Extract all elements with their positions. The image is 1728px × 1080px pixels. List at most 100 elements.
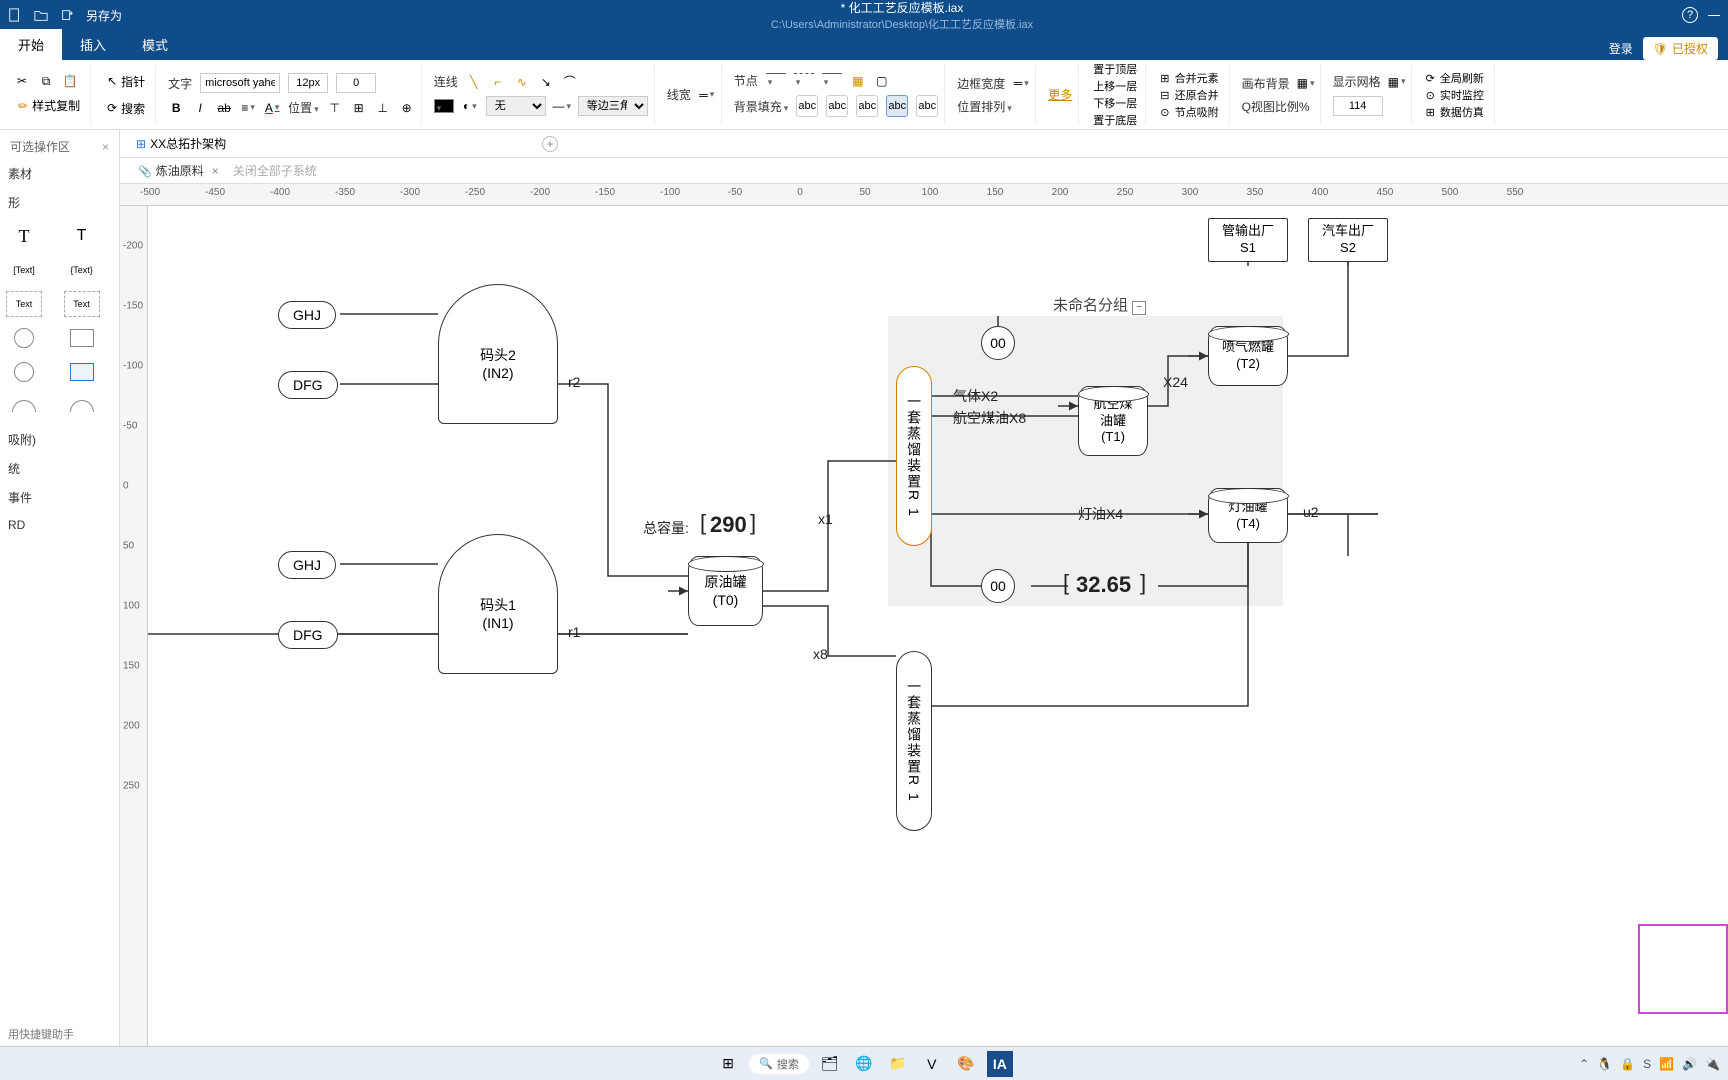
data-sim[interactable]: ⊞ 数据仿真 [1424, 104, 1488, 120]
arrange-dd[interactable]: 位置排列 [957, 98, 1012, 115]
shape-rect-sel[interactable] [64, 359, 100, 385]
node-distill-2[interactable]: 一套蒸馏装置R 1 [896, 651, 932, 831]
group-toggle[interactable]: − [1132, 301, 1146, 315]
bold-button[interactable]: B [168, 100, 184, 116]
system-tray[interactable]: ⌃ 🐧 🔒 S 📶 🔊 🔌 [1579, 1057, 1720, 1071]
tb-edge[interactable]: 🌐 [851, 1051, 877, 1077]
shape-label-1[interactable]: Text [6, 291, 42, 317]
shape-bracket-1[interactable]: [Text] [6, 257, 42, 283]
abc-box-1[interactable]: abc [796, 95, 818, 117]
node-distill-1[interactable]: 一套蒸馏装置R 1 [896, 366, 932, 546]
tb-search[interactable]: 🔍 搜索 [749, 1054, 809, 1074]
node-kerotank[interactable]: 灯油罐 (T4) [1208, 488, 1288, 543]
saveas-label[interactable]: 另存为 [86, 7, 122, 24]
node-ghj-2[interactable]: GHJ [278, 551, 336, 579]
subtab-close[interactable]: × [212, 164, 219, 178]
shape-label-2[interactable]: Text [64, 291, 100, 317]
line-curve-icon[interactable]: ∿ [514, 74, 530, 90]
realtime-monitor[interactable]: ⊙ 实时监控 [1424, 87, 1488, 103]
snap-button[interactable]: ⊙ 节点吸附 [1158, 104, 1222, 120]
panel-close[interactable]: × [102, 140, 109, 154]
tb-visio[interactable]: V [919, 1051, 945, 1077]
node-pipeout[interactable]: 管输出厂 S1 [1208, 218, 1288, 262]
more-link[interactable]: 更多 [1048, 86, 1072, 103]
style-copy-button[interactable]: ✏样式复制 [14, 95, 84, 116]
tray-power-icon[interactable]: 🔌 [1705, 1057, 1720, 1071]
text-tool-1[interactable]: ⊤ [327, 100, 343, 116]
add-tab[interactable]: + [542, 136, 558, 152]
tray-wifi-icon[interactable]: 📶 [1659, 1057, 1674, 1071]
panel-shape[interactable]: 形 [4, 188, 115, 217]
node-dfg-2[interactable]: DFG [278, 621, 338, 649]
node-ghj-1[interactable]: GHJ [278, 301, 336, 329]
global-refresh[interactable]: ⟳ 全局刷新 [1424, 70, 1488, 86]
search-button[interactable]: ⟳搜索 [103, 98, 149, 119]
node-oo-2[interactable]: 00 [981, 569, 1015, 603]
line-ortho-icon[interactable]: ⌐ [490, 74, 506, 90]
line-free-icon[interactable]: ↘ [538, 74, 554, 90]
tb-start[interactable]: ⊞ [715, 1051, 741, 1077]
close-all-subs[interactable]: 关闭全部子系统 [233, 162, 317, 179]
line-style[interactable]: ◐ [462, 98, 478, 114]
layer-down[interactable]: 下移一层 [1091, 95, 1139, 111]
shape-bracket-2[interactable]: {Text} [64, 257, 100, 283]
abc-box-2[interactable]: abc [826, 95, 848, 117]
tb-explorer[interactable]: 📁 [885, 1051, 911, 1077]
export-icon[interactable] [60, 8, 74, 22]
panel-rd[interactable]: RD [4, 512, 115, 538]
canvas[interactable]: 未命名分组 − [148, 206, 1728, 1050]
text-tool-4[interactable]: ⊕ [399, 100, 415, 116]
node-avitank[interactable]: 航空煤 油罐 (T1) [1078, 386, 1148, 456]
node-style-1[interactable] [766, 73, 786, 88]
shape-arc-1[interactable] [6, 393, 42, 419]
linewidth-dd[interactable]: ═ [699, 87, 715, 103]
tb-app-2[interactable]: 🎨 [953, 1051, 979, 1077]
minimap[interactable] [1638, 924, 1728, 1014]
line-straight-icon[interactable]: ╲ [466, 74, 482, 90]
menu-insert[interactable]: 插入 [62, 29, 124, 60]
subtab-refinery[interactable]: 炼油原料× [138, 162, 219, 179]
cut-icon[interactable]: ✂ [14, 73, 30, 89]
menu-start[interactable]: 开始 [0, 29, 62, 60]
panel-event[interactable]: 事件 [4, 483, 115, 512]
arrow-start[interactable]: 无 [486, 96, 546, 116]
position-button[interactable]: 位置 [288, 99, 319, 116]
main-tab[interactable]: ⊞XX总拓扑架构 [128, 131, 234, 156]
tray-volume-icon[interactable]: 🔊 [1682, 1057, 1697, 1071]
layer-up[interactable]: 上移一层 [1091, 78, 1139, 94]
tb-app-ia[interactable]: IA [987, 1051, 1013, 1077]
pointer-button[interactable]: ↖指针 [103, 71, 149, 92]
panel-material[interactable]: 素材 [4, 159, 115, 188]
tray-icon-4[interactable]: S [1643, 1057, 1651, 1071]
shape-circle-1[interactable] [6, 325, 42, 351]
node-oo-1[interactable]: 00 [981, 326, 1015, 360]
node-border-icon[interactable]: ▢ [874, 73, 890, 89]
menu-mode[interactable]: 模式 [124, 29, 186, 60]
node-style-3[interactable] [822, 73, 842, 88]
minimize-icon[interactable] [1708, 15, 1720, 16]
line-arc-icon[interactable]: ⌒ [562, 74, 578, 90]
panel-stats[interactable]: 统 [4, 454, 115, 483]
arrow-end[interactable]: 等边三角 [578, 96, 648, 116]
opacity-input[interactable] [336, 73, 376, 93]
paste-icon[interactable]: 📋 [62, 73, 78, 89]
bgfill-dd[interactable]: 背景填充 [734, 98, 789, 115]
merge-button[interactable]: ⊞ 合并元素 [1158, 70, 1222, 86]
abc-box-3[interactable]: abc [856, 95, 878, 117]
node-crude[interactable]: 原油罐 (T0) [688, 556, 763, 626]
abc-box-4[interactable]: abc [886, 95, 908, 117]
login-link[interactable]: 登录 [1609, 40, 1633, 57]
text-tool-2[interactable]: ⊞ [351, 100, 367, 116]
node-jettank[interactable]: 喷气燃罐 (T2) [1208, 326, 1288, 386]
fontsize-input[interactable] [288, 73, 328, 93]
node-style-2[interactable] [794, 73, 814, 88]
node-fill-icon[interactable]: ▦ [850, 73, 866, 89]
borderwidth-dd[interactable]: ═ [1013, 75, 1029, 91]
tray-icon-1[interactable]: ⌃ [1579, 1057, 1589, 1071]
unmerge-button[interactable]: ⊟ 还原合并 [1158, 87, 1222, 103]
shape-rect-1[interactable] [64, 325, 100, 351]
strike-button[interactable]: ab [216, 100, 232, 116]
align-button[interactable]: ≡ [240, 100, 256, 116]
node-dock2[interactable]: 码头2 (IN2) [438, 284, 558, 424]
panel-snap[interactable]: 吸附) [4, 425, 115, 454]
